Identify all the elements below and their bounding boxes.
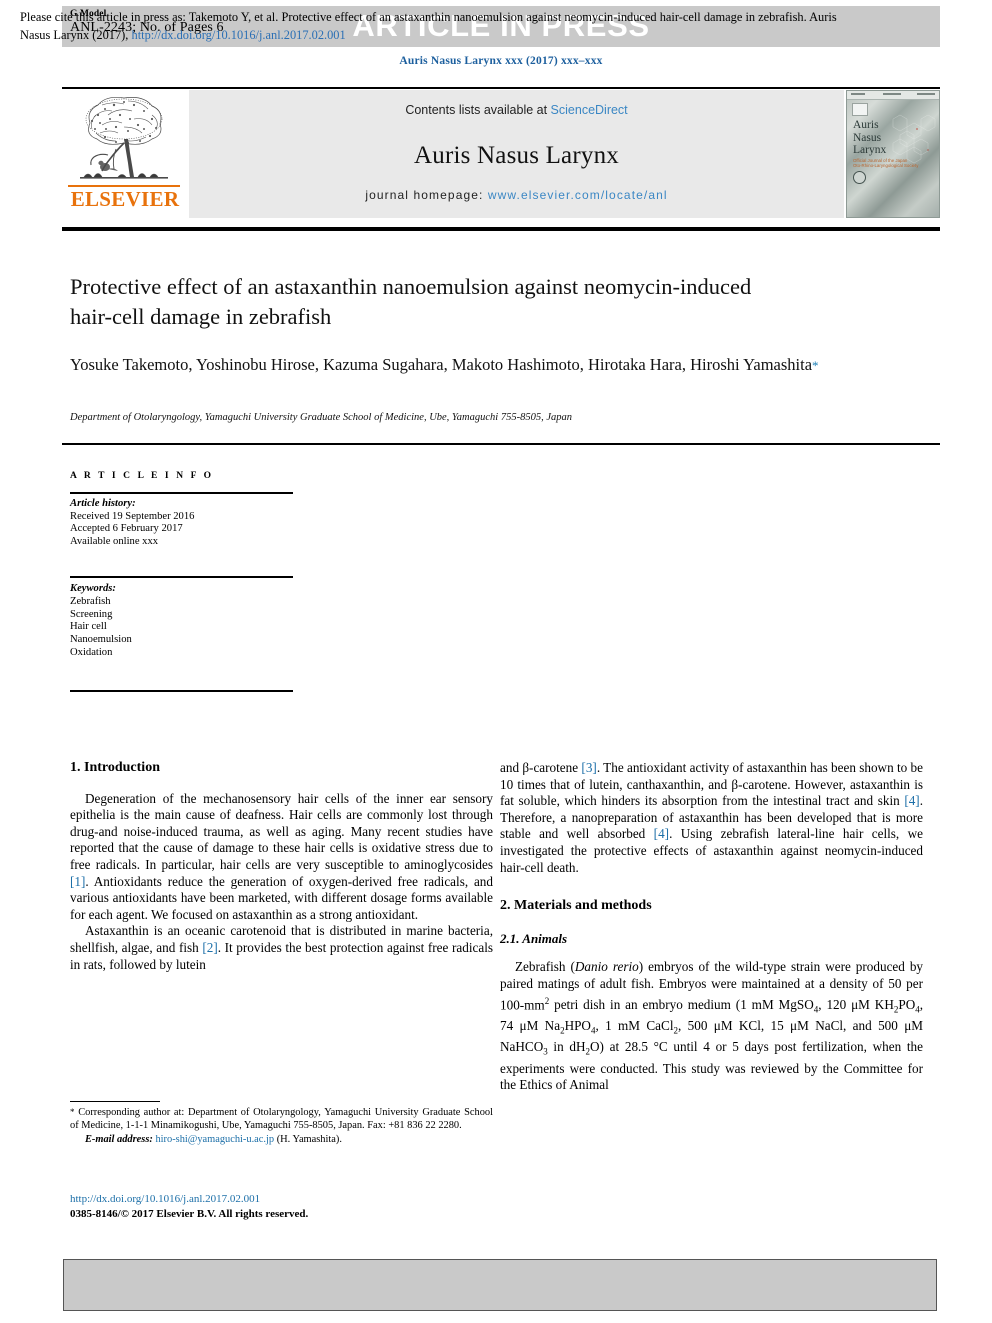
intro-paragraph-2: Astaxanthin is an oceanic carotenoid tha… <box>70 923 493 973</box>
email-link[interactable]: hiro-shi@yamaguchi-u.ac.jp <box>155 1134 274 1145</box>
cover-top-bar <box>847 91 939 100</box>
keyword-item: Nanoemulsion <box>70 634 132 646</box>
keyword-item: Oxidation <box>70 646 113 658</box>
cover-elsevier-mark <box>852 103 868 116</box>
affiliation: Department of Otolaryngology, Yamaguchi … <box>70 412 573 423</box>
cover-society-logo <box>853 171 866 184</box>
banner-top-rule <box>62 87 940 89</box>
body-column-right: and β-carotene [3]. The antioxidant acti… <box>500 760 923 1094</box>
intro-paragraph-3: and β-carotene [3]. The antioxidant acti… <box>500 760 923 876</box>
elsevier-tree-icon <box>80 96 168 179</box>
article-info-rule-top <box>70 492 293 494</box>
elsevier-logo: ELSEVIER <box>62 90 187 218</box>
article-history-block: Article history: Received 19 September 2… <box>70 498 194 548</box>
sciencedirect-link[interactable]: ScienceDirect <box>551 103 628 117</box>
doi-link[interactable]: http://dx.doi.org/10.1016/j.anl.2017.02.… <box>70 1192 493 1207</box>
history-item: Accepted 6 February 2017 <box>70 523 183 535</box>
article-page: G Model ANL-2243; No. of Pages 6 ARTICLE… <box>0 0 992 1323</box>
keyword-item: Zebrafish <box>70 595 111 607</box>
author-names: Yosuke Takemoto, Yoshinobu Hirose, Kazum… <box>70 355 813 374</box>
article-history-label: Article history: <box>70 498 136 509</box>
reference-link-4a[interactable]: [4] <box>904 793 919 808</box>
animals-text-a: Zebrafish ( <box>515 959 575 975</box>
body-column-left: 1. Introduction Degeneration of the mech… <box>70 760 493 973</box>
reference-link-4b[interactable]: [4] <box>654 826 669 841</box>
contents-panel: Contents lists available at ScienceDirec… <box>189 90 844 218</box>
reference-link-1[interactable]: [1] <box>70 874 85 889</box>
intro-p3-text-a: and β-carotene <box>500 760 582 775</box>
citation-doi-link[interactable]: http://dx.doi.org/10.1016/j.anl.2017.02.… <box>132 28 346 42</box>
keyword-item: Hair cell <box>70 621 107 633</box>
footnote-rule <box>70 1101 160 1103</box>
keywords-block: Keywords: Zebrafish Screening Hair cell … <box>70 583 132 660</box>
cover-title-line3: Larynx <box>853 144 887 156</box>
elsevier-wordmark: ELSEVIER <box>70 187 180 211</box>
species-name: Danio rerio <box>574 959 639 975</box>
history-item: Received 19 September 2016 <box>70 510 195 522</box>
intro-paragraph-1: Degeneration of the mechanosensory hair … <box>70 791 493 924</box>
intro-p1-text-a: Degeneration of the mechanosensory hair … <box>70 790 493 872</box>
homepage-url-link[interactable]: www.elsevier.com/locate/anl <box>488 188 668 202</box>
cover-subtitle: Official Journal of the Japan Oto-Rhino-L… <box>853 158 919 169</box>
author-list: Yosuke Takemoto, Yoshinobu Hirose, Kazum… <box>70 352 860 378</box>
reference-link-2[interactable]: [2] <box>202 940 217 955</box>
cover-title-line1: Auris <box>853 119 879 131</box>
journal-cover-thumbnail: Auris Nasus Larynx Official Journal of t… <box>846 90 940 218</box>
journal-reference: Auris Nasus Larynx xxx (2017) xxx–xxx <box>399 55 603 67</box>
email-address-label: E-mail address: <box>85 1134 153 1146</box>
email-owner: (H. Yamashita). <box>276 1134 342 1146</box>
footnote-block: * Corresponding author at: Department of… <box>70 1106 493 1147</box>
affiliation-rule <box>62 443 940 445</box>
homepage-label: journal homepage: <box>365 188 488 202</box>
intro-p1-text-b: . Antioxidants reduce the generation of … <box>70 873 493 922</box>
article-info-rule-bottom <box>70 690 293 692</box>
article-info-rule-middle <box>70 576 293 578</box>
animals-text-c: petri dish in an embryo medium (1 mM MgS… <box>500 996 924 1093</box>
journal-homepage-line: journal homepage: www.elsevier.com/locat… <box>189 188 844 202</box>
citation-text: Please cite this article in press as: Ta… <box>20 8 858 44</box>
journal-title: Auris Nasus Larynx <box>414 142 619 169</box>
journal-banner: ELSEVIER Contents lists available at Sci… <box>62 90 940 218</box>
contents-available-line: Contents lists available at ScienceDirec… <box>189 103 844 117</box>
article-info-heading: A R T I C L E I N F O <box>70 471 214 481</box>
history-item: Available online xxx <box>70 535 159 547</box>
cover-title-line2: Nasus <box>853 131 882 144</box>
corresponding-author-marker: * <box>812 358 819 373</box>
cover-journal-title: Auris Nasus Larynx <box>853 119 886 157</box>
animals-paragraph: Zebrafish (Danio rerio) embryos of the w… <box>500 959 923 1093</box>
page-title: Protective effect of an astaxanthin nano… <box>70 274 752 329</box>
reference-link-3[interactable]: [3] <box>581 760 596 775</box>
copyright-line: 0385-8146/© 2017 Elsevier B.V. All right… <box>70 1207 309 1220</box>
section-heading-materials: 2. Materials and methods <box>500 898 652 914</box>
subsection-heading-animals: 2.1. Animals <box>500 930 568 946</box>
doi-copyright-block: http://dx.doi.org/10.1016/j.anl.2017.02.… <box>70 1192 493 1221</box>
corresponding-author-note: Corresponding author at: Department of O… <box>70 1107 493 1132</box>
banner-bottom-rule <box>62 227 940 231</box>
keyword-item: Screening <box>70 608 113 620</box>
keywords-label: Keywords: <box>70 583 116 594</box>
citation-box <box>63 1259 937 1311</box>
contents-prefix: Contents lists available at <box>405 103 551 117</box>
section-heading-introduction: 1. Introduction <box>70 760 160 775</box>
email-line: E-mail address: hiro-shi@yamaguchi-u.ac.… <box>70 1133 493 1146</box>
